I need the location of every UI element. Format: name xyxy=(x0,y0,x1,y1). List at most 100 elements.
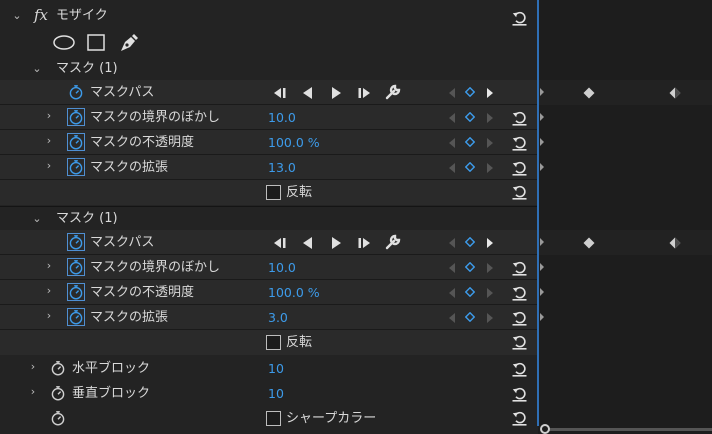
vertical-blocks-value[interactable]: 10 xyxy=(268,381,284,406)
effect-header-row[interactable]: ⌄ fx モザイク xyxy=(0,3,538,28)
track-forward-one-frame-icon[interactable] xyxy=(355,234,373,252)
next-keyframe-icon[interactable] xyxy=(487,263,493,273)
next-keyframe-icon[interactable] xyxy=(487,288,493,298)
stopwatch-icon[interactable] xyxy=(50,410,66,426)
expand-chevron-icon[interactable]: › xyxy=(44,135,54,146)
mask-2-header[interactable]: ⌄ マスク (1) xyxy=(0,206,538,231)
reset-icon[interactable] xyxy=(511,159,528,176)
stopwatch-icon[interactable] xyxy=(67,158,85,176)
collapse-chevron-icon[interactable]: ⌄ xyxy=(32,63,42,74)
reset-icon[interactable] xyxy=(511,183,528,200)
keyframe-diamond-icon[interactable] xyxy=(583,237,595,249)
add-keyframe-icon[interactable] xyxy=(465,312,475,322)
keyframe-navigator[interactable] xyxy=(449,130,495,155)
collapse-chevron-icon[interactable]: ⌄ xyxy=(32,213,42,224)
next-keyframe-icon[interactable] xyxy=(487,88,493,98)
timeline-scrollbar[interactable] xyxy=(549,428,712,431)
keyframe-diamond-icon[interactable] xyxy=(669,87,681,99)
add-keyframe-icon[interactable] xyxy=(465,262,475,272)
sharp-colors-checkbox[interactable] xyxy=(266,411,281,426)
stopwatch-icon[interactable] xyxy=(67,133,85,151)
track-forward-icon[interactable] xyxy=(327,84,345,102)
previous-keyframe-icon[interactable] xyxy=(449,88,455,98)
add-keyframe-icon[interactable] xyxy=(465,137,475,147)
reset-icon[interactable] xyxy=(511,333,528,350)
next-keyframe-icon[interactable] xyxy=(487,163,493,173)
horizontal-blocks-value[interactable]: 10 xyxy=(268,356,284,381)
track-backward-one-frame-icon[interactable] xyxy=(271,84,289,102)
keyframe-timeline[interactable] xyxy=(538,0,712,434)
mask-opacity-value[interactable]: 100.0 % xyxy=(268,130,320,155)
track-backward-icon[interactable] xyxy=(299,84,317,102)
keyframe-navigator[interactable] xyxy=(449,105,495,130)
collapse-chevron-icon[interactable]: ⌄ xyxy=(12,10,22,21)
next-keyframe-icon[interactable] xyxy=(487,313,493,323)
stopwatch-icon[interactable] xyxy=(50,360,66,376)
previous-keyframe-icon[interactable] xyxy=(449,113,455,123)
keyframe-navigator[interactable] xyxy=(449,280,495,305)
stopwatch-icon[interactable] xyxy=(67,258,85,276)
track-backward-one-frame-icon[interactable] xyxy=(271,234,289,252)
keyframe-navigator[interactable] xyxy=(449,305,495,330)
keyframe-navigator[interactable] xyxy=(449,155,495,180)
reset-icon[interactable] xyxy=(511,9,528,26)
rectangle-mask-tool-icon[interactable] xyxy=(87,34,105,51)
stopwatch-icon[interactable] xyxy=(67,233,85,251)
add-keyframe-icon[interactable] xyxy=(465,112,475,122)
ellipse-mask-tool-icon[interactable] xyxy=(53,35,75,50)
keyframe-navigator[interactable] xyxy=(449,255,495,280)
previous-keyframe-icon[interactable] xyxy=(449,163,455,173)
reset-icon[interactable] xyxy=(511,309,528,326)
invert-checkbox[interactable] xyxy=(266,185,281,200)
previous-keyframe-icon[interactable] xyxy=(449,263,455,273)
mask-opacity-value[interactable]: 100.0 % xyxy=(268,280,320,305)
expand-chevron-icon[interactable]: › xyxy=(44,285,54,296)
stopwatch-icon[interactable] xyxy=(67,283,85,301)
mask-feather-value[interactable]: 10.0 xyxy=(268,255,296,280)
stopwatch-icon[interactable] xyxy=(50,385,66,401)
invert-checkbox[interactable] xyxy=(266,335,281,350)
playhead-line[interactable] xyxy=(537,0,539,426)
stopwatch-icon[interactable] xyxy=(68,84,84,100)
expand-chevron-icon[interactable]: › xyxy=(44,310,54,321)
fx-badge-icon[interactable]: fx xyxy=(34,3,48,28)
expand-chevron-icon[interactable]: › xyxy=(44,110,54,121)
reset-icon[interactable] xyxy=(511,284,528,301)
keyframe-diamond-icon[interactable] xyxy=(583,87,595,99)
expand-chevron-icon[interactable]: › xyxy=(44,260,54,271)
mask-feather-value[interactable]: 10.0 xyxy=(268,105,296,130)
keyframe-navigator[interactable] xyxy=(449,230,495,255)
mask-1-header[interactable]: ⌄ マスク (1) xyxy=(0,56,538,81)
scroll-handle-icon[interactable] xyxy=(540,424,550,434)
reset-icon[interactable] xyxy=(511,409,528,426)
stopwatch-icon[interactable] xyxy=(67,108,85,126)
next-keyframe-icon[interactable] xyxy=(487,238,493,248)
reset-icon[interactable] xyxy=(511,360,528,377)
reset-icon[interactable] xyxy=(511,134,528,151)
track-forward-icon[interactable] xyxy=(327,234,345,252)
add-keyframe-icon[interactable] xyxy=(465,287,475,297)
previous-keyframe-icon[interactable] xyxy=(449,238,455,248)
add-keyframe-icon[interactable] xyxy=(465,237,475,247)
wrench-icon[interactable] xyxy=(384,233,402,251)
add-keyframe-icon[interactable] xyxy=(465,162,475,172)
expand-chevron-icon[interactable]: › xyxy=(28,386,38,397)
mask-expansion-value[interactable]: 13.0 xyxy=(268,155,296,180)
mask-expansion-value[interactable]: 3.0 xyxy=(268,305,288,330)
reset-icon[interactable] xyxy=(511,385,528,402)
expand-chevron-icon[interactable]: › xyxy=(44,160,54,171)
previous-keyframe-icon[interactable] xyxy=(449,288,455,298)
reset-icon[interactable] xyxy=(511,109,528,126)
keyframe-navigator[interactable] xyxy=(449,80,495,105)
previous-keyframe-icon[interactable] xyxy=(449,138,455,148)
pen-mask-tool-icon[interactable] xyxy=(119,33,139,53)
stopwatch-icon[interactable] xyxy=(67,308,85,326)
track-backward-icon[interactable] xyxy=(299,234,317,252)
keyframe-diamond-icon[interactable] xyxy=(669,237,681,249)
expand-chevron-icon[interactable]: › xyxy=(28,361,38,372)
next-keyframe-icon[interactable] xyxy=(487,138,493,148)
track-forward-one-frame-icon[interactable] xyxy=(355,84,373,102)
next-keyframe-icon[interactable] xyxy=(487,113,493,123)
add-keyframe-icon[interactable] xyxy=(465,87,475,97)
wrench-icon[interactable] xyxy=(384,83,402,101)
